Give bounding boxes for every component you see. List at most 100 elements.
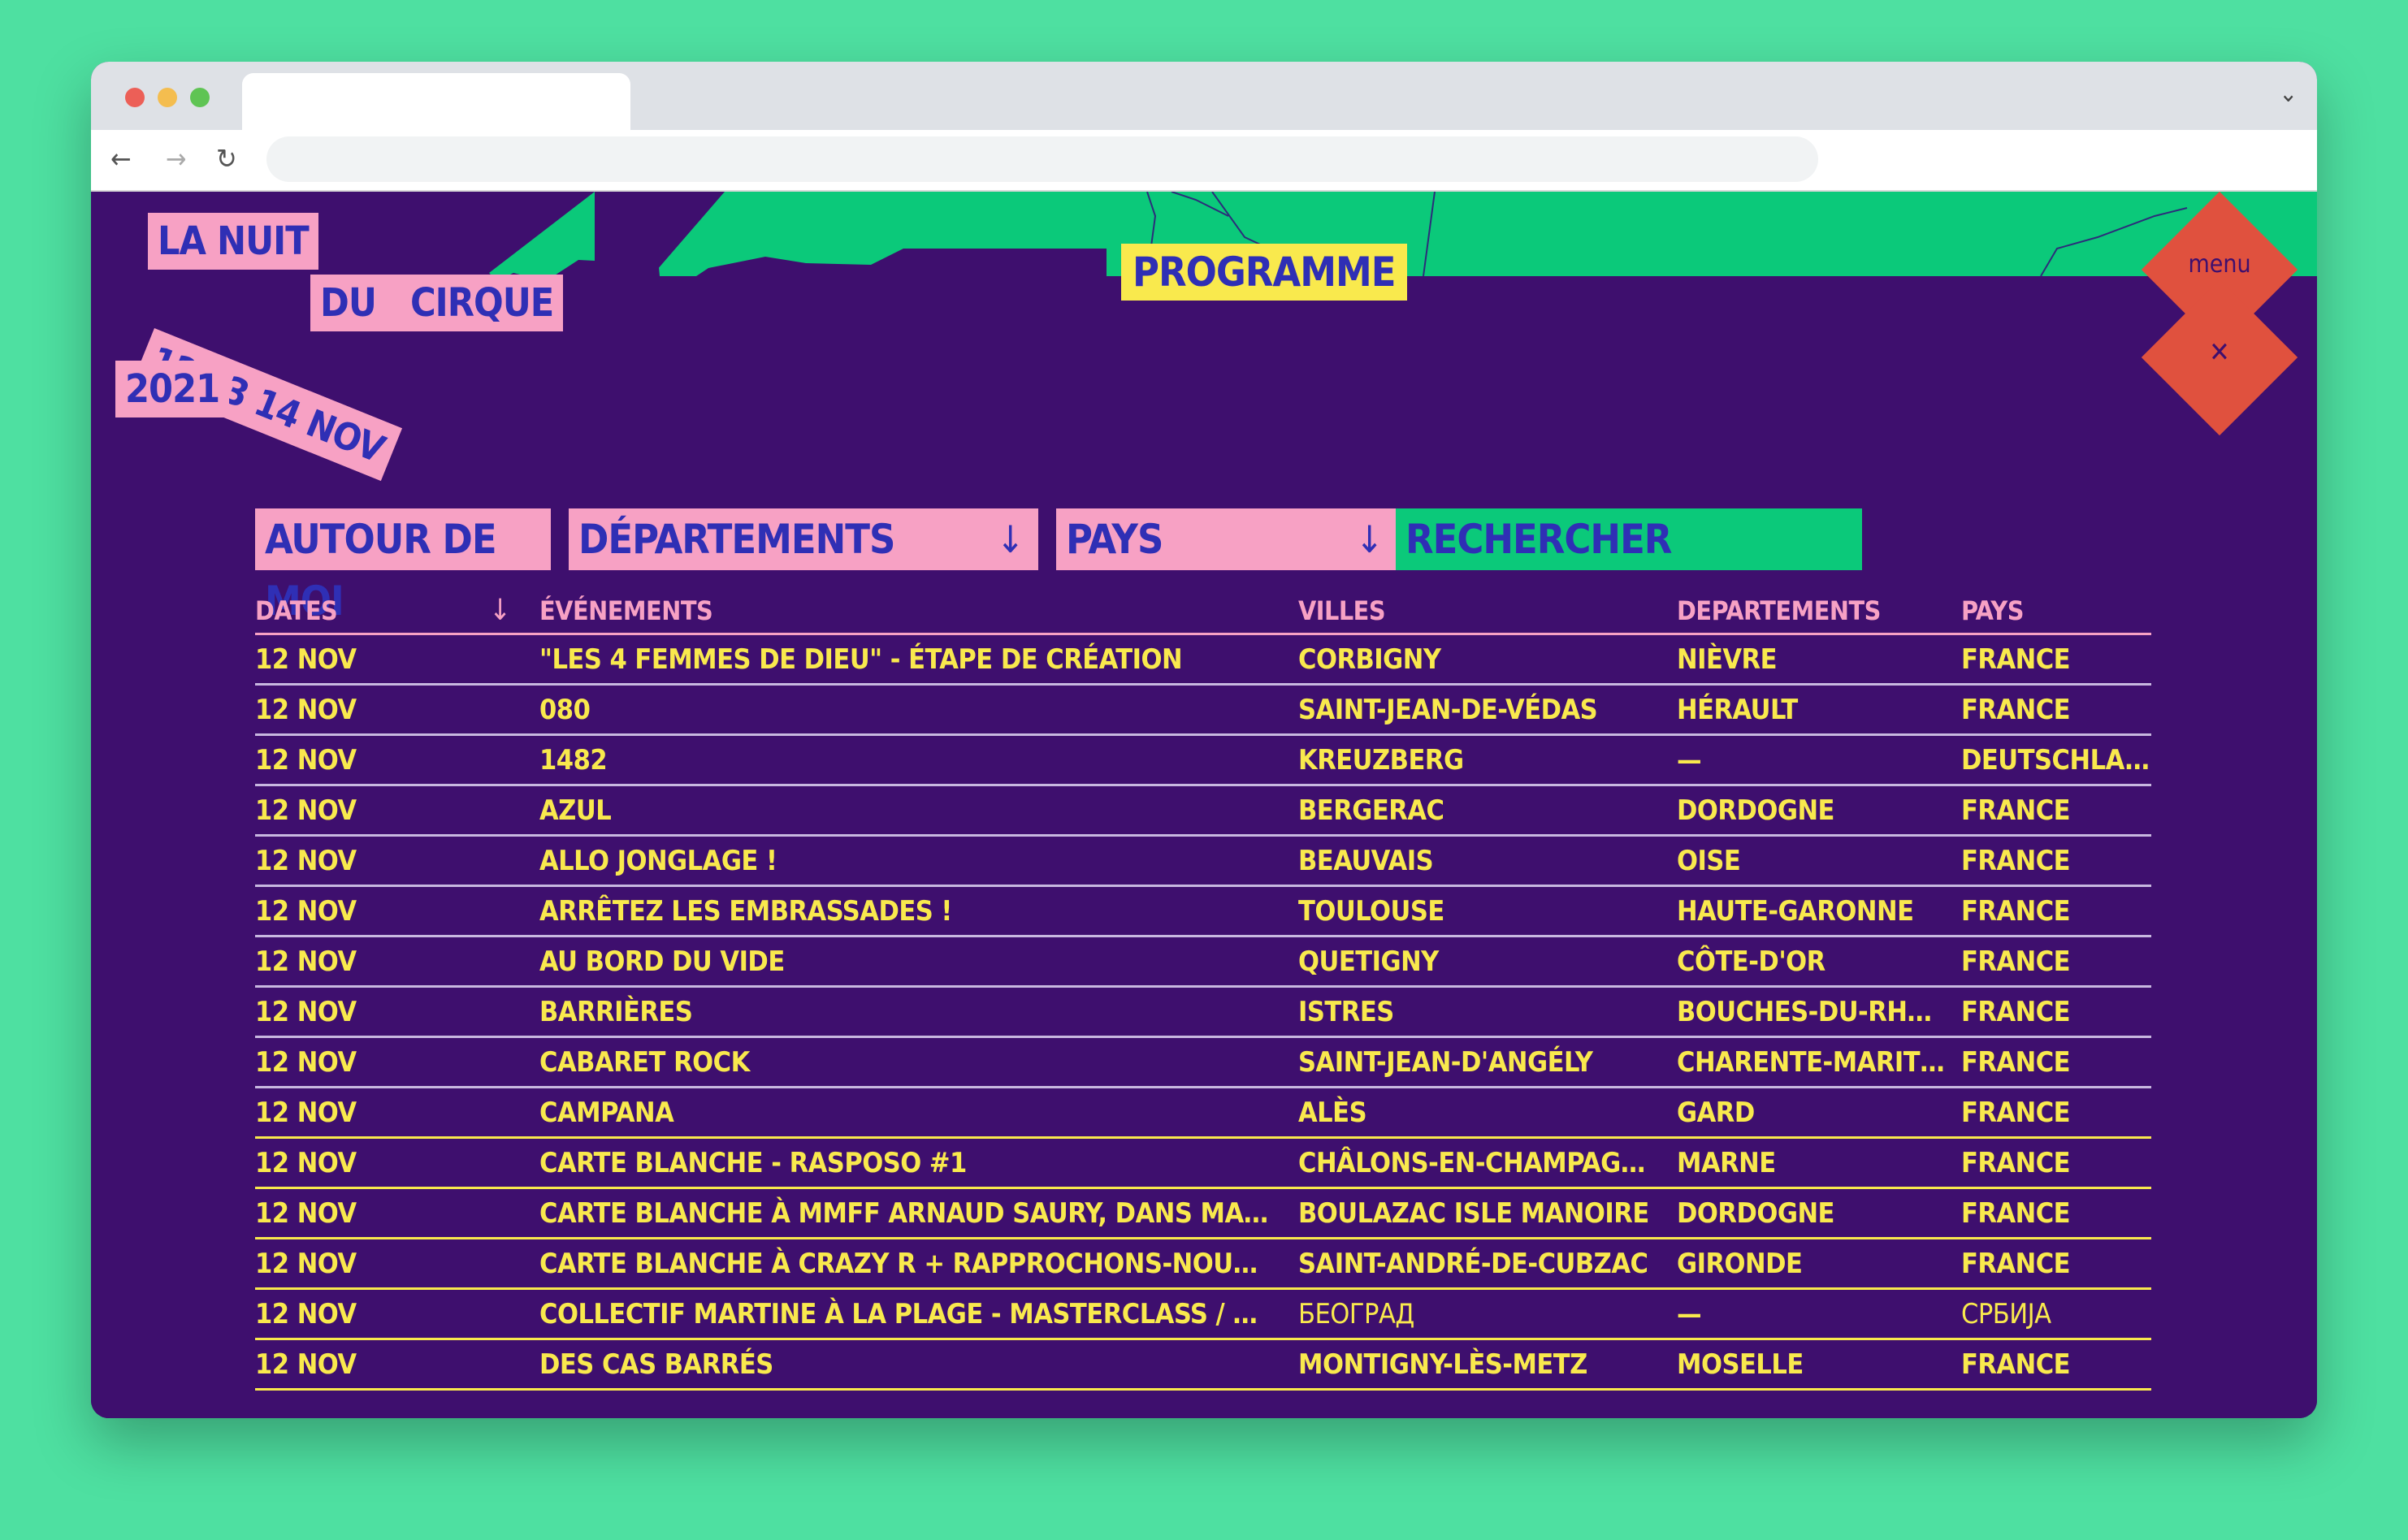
table-header-row: DATES ↓ ÉVÉNEMENTS VILLES DEPARTEMENTS P… xyxy=(255,590,2151,635)
table-row[interactable]: 12 NOV CABARET ROCK SAINT-JEAN-D'ANGÉLY CHA… xyxy=(255,1038,2151,1088)
row-department: CÔTE-D'OR xyxy=(1677,945,1825,978)
table-row[interactable]: 12 NOV "LES 4 FEMMES DE DIEU" - ÉTAPE DE … xyxy=(255,635,2151,686)
reload-icon[interactable]: ↻ xyxy=(216,143,237,175)
table-row[interactable]: 12 NOV CARTE BLANCHE À CRAZY R + RAPPROCH… xyxy=(255,1239,2151,1290)
browser-tab[interactable] xyxy=(242,73,630,130)
menu-label[interactable]: menu xyxy=(2138,250,2301,279)
logo-year[interactable]: 2021 xyxy=(115,361,230,417)
table-row[interactable]: 12 NOV 1482 KREUZBERG — DEUTSCHLA... xyxy=(255,736,2151,786)
row-country: FRANCE xyxy=(1961,1097,2071,1129)
chevron-down-icon[interactable]: ⌄ xyxy=(2279,80,2298,108)
close-window-dot[interactable] xyxy=(125,88,145,107)
country-dropdown[interactable]: PAYS ↓ xyxy=(1056,508,1397,570)
sort-arrow-icon[interactable]: ↓ xyxy=(489,590,511,632)
around-me-button[interactable]: AUTOUR DE MOI xyxy=(255,508,551,625)
logo-title-line2[interactable]: DU CIRQUE xyxy=(310,275,564,331)
row-date: 12 NOV xyxy=(255,694,357,726)
row-city: TOULOUSE xyxy=(1298,895,1444,928)
row-date: 12 NOV xyxy=(255,1097,357,1129)
header-country[interactable]: PAYS xyxy=(1961,590,2151,632)
row-country: FRANCE xyxy=(1961,1348,2071,1381)
row-city: MONTIGNY-LÈS-METZ xyxy=(1298,1348,1587,1381)
row-country: FRANCE xyxy=(1961,794,2071,827)
row-event: CABARET ROCK xyxy=(539,1046,750,1079)
row-department: HAUTE-GARONNE xyxy=(1677,895,1914,928)
row-city: BEAUVAIS xyxy=(1298,845,1434,877)
table-row[interactable]: 12 NOV ARRÊTEZ LES EMBRASSADES ! TOULOUSE H… xyxy=(255,887,2151,937)
row-event: CARTE BLANCHE - RASPOSO #1 xyxy=(539,1147,967,1179)
row-country: FRANCE xyxy=(1961,1147,2071,1179)
row-date: 12 NOV xyxy=(255,794,357,827)
url-input[interactable] xyxy=(266,136,1818,182)
tab-bar: ⌄ xyxy=(91,62,2317,130)
row-event: 1482 xyxy=(539,744,608,776)
row-country: FRANCE xyxy=(1961,945,2071,978)
header-events[interactable]: ÉVÉNEMENTS xyxy=(539,590,1271,632)
row-city: SAINT-ANDRÉ-DE-CUBZAC xyxy=(1298,1248,1648,1280)
row-city: ALÈS xyxy=(1298,1097,1367,1129)
programme-heading: PROGRAMME xyxy=(1121,244,1407,301)
row-event: AU BORD DU VIDE xyxy=(539,945,785,978)
row-department: DORDOGNE xyxy=(1677,1197,1834,1230)
row-department: — xyxy=(1677,744,1702,776)
address-bar: ← → ↻ xyxy=(91,130,2317,192)
row-event: ARRÊTEZ LES EMBRASSADES ! xyxy=(539,895,952,928)
table-row[interactable]: 12 NOV CARTE BLANCHE À MMFF ARNAUD SAURY,… xyxy=(255,1189,2151,1239)
row-department: HÉRAULT xyxy=(1677,694,1798,726)
row-event: CAMPANA xyxy=(539,1097,674,1129)
row-date: 12 NOV xyxy=(255,845,357,877)
row-date: 12 NOV xyxy=(255,1298,357,1330)
row-date: 12 NOV xyxy=(255,1348,357,1381)
maximize-window-dot[interactable] xyxy=(190,88,210,107)
table-row[interactable]: 12 NOV COLLECTIF MARTINE À LA PLAGE - MAS… xyxy=(255,1290,2151,1340)
row-department: DORDOGNE xyxy=(1677,794,1834,827)
table-row[interactable]: 12 NOV AZUL BERGERAC DORDOGNE FRANCE xyxy=(255,786,2151,837)
header-cities[interactable]: VILLES xyxy=(1298,590,1656,632)
row-country: FRANCE xyxy=(1961,845,2071,877)
row-event: ALLO JONGLAGE ! xyxy=(539,845,777,877)
row-event: "LES 4 FEMMES DE DIEU" - ÉTAPE DE CRÉATI… xyxy=(539,643,1183,676)
table-body: 12 NOV "LES 4 FEMMES DE DIEU" - ÉTAPE DE … xyxy=(255,635,2151,1391)
search-button[interactable]: RECHERCHER xyxy=(1396,508,1862,570)
header-dates[interactable]: DATES xyxy=(255,590,499,632)
row-city: SAINT-JEAN-D'ANGÉLY xyxy=(1298,1046,1593,1079)
browser-window: ⌄ ← → ↻ LA NUIT DU CIRQUE 12 13 14 NOV 2… xyxy=(91,62,2317,1418)
table-row[interactable]: 12 NOV ALLO JONGLAGE ! BEAUVAIS OISE FRANCE xyxy=(255,837,2151,887)
row-department: OISE xyxy=(1677,845,1741,877)
row-city: CHÂLONS-EN-CHAMPAGNE xyxy=(1298,1147,1656,1179)
row-country: FRANCE xyxy=(1961,895,2071,928)
row-department: CHARENTE-MARITIME xyxy=(1677,1046,1945,1079)
close-icon[interactable]: ✕ xyxy=(2138,336,2301,369)
row-department: GIRONDE xyxy=(1677,1248,1803,1280)
row-country: FRANCE xyxy=(1961,643,2071,676)
forward-arrow-icon[interactable]: → xyxy=(166,143,187,175)
row-country: FRANCE xyxy=(1961,1046,2071,1079)
logo-title-line1[interactable]: LA NUIT xyxy=(148,213,318,270)
row-date: 12 NOV xyxy=(255,1147,357,1179)
row-event: CARTE BLANCHE À MMFF ARNAUD SAURY, DANS … xyxy=(539,1197,1271,1230)
page-content: LA NUIT DU CIRQUE 12 13 14 NOV 2021 PROG… xyxy=(91,192,2317,1418)
back-arrow-icon[interactable]: ← xyxy=(110,143,132,175)
table-row[interactable]: 12 NOV DES CAS BARRÉS MONTIGNY-LÈS-METZ MOS… xyxy=(255,1340,2151,1391)
row-city: BOULAZAC ISLE MANOIRE xyxy=(1298,1197,1649,1230)
row-city: BERGERAC xyxy=(1298,794,1444,827)
minimize-window-dot[interactable] xyxy=(158,88,177,107)
row-department: NIÈVRE xyxy=(1677,643,1778,676)
row-date: 12 NOV xyxy=(255,945,357,978)
row-event: COLLECTIF MARTINE À LA PLAGE - MASTERCLA… xyxy=(539,1298,1271,1330)
table-row[interactable]: 12 NOV AU BORD DU VIDE QUETIGNY CÔTE-D'OR FR… xyxy=(255,937,2151,988)
row-date: 12 NOV xyxy=(255,643,357,676)
table-row[interactable]: 12 NOV 080 SAINT-JEAN-DE-VÉDAS HÉRAULT FRANC… xyxy=(255,686,2151,736)
row-city: QUETIGNY xyxy=(1298,945,1439,978)
programme-table: DATES ↓ ÉVÉNEMENTS VILLES DEPARTEMENTS P… xyxy=(255,590,2151,1391)
row-department: GARD xyxy=(1677,1097,1755,1129)
header-departments[interactable]: DEPARTEMENTS xyxy=(1677,590,1945,632)
table-row[interactable]: 12 NOV CARTE BLANCHE - RASPOSO #1 CHÂLONS-… xyxy=(255,1139,2151,1189)
row-city: CORBIGNY xyxy=(1298,643,1441,676)
table-row[interactable]: 12 NOV BARRIÈRES ISTRES BOUCHES-DU-RHÔNE FRA… xyxy=(255,988,2151,1038)
departments-dropdown[interactable]: DÉPARTEMENTS ↓ xyxy=(569,508,1038,570)
row-date: 12 NOV xyxy=(255,744,357,776)
row-event: BARRIÈRES xyxy=(539,996,693,1028)
row-city: ISTRES xyxy=(1298,996,1394,1028)
table-row[interactable]: 12 NOV CAMPANA ALÈS GARD FRANCE xyxy=(255,1088,2151,1139)
